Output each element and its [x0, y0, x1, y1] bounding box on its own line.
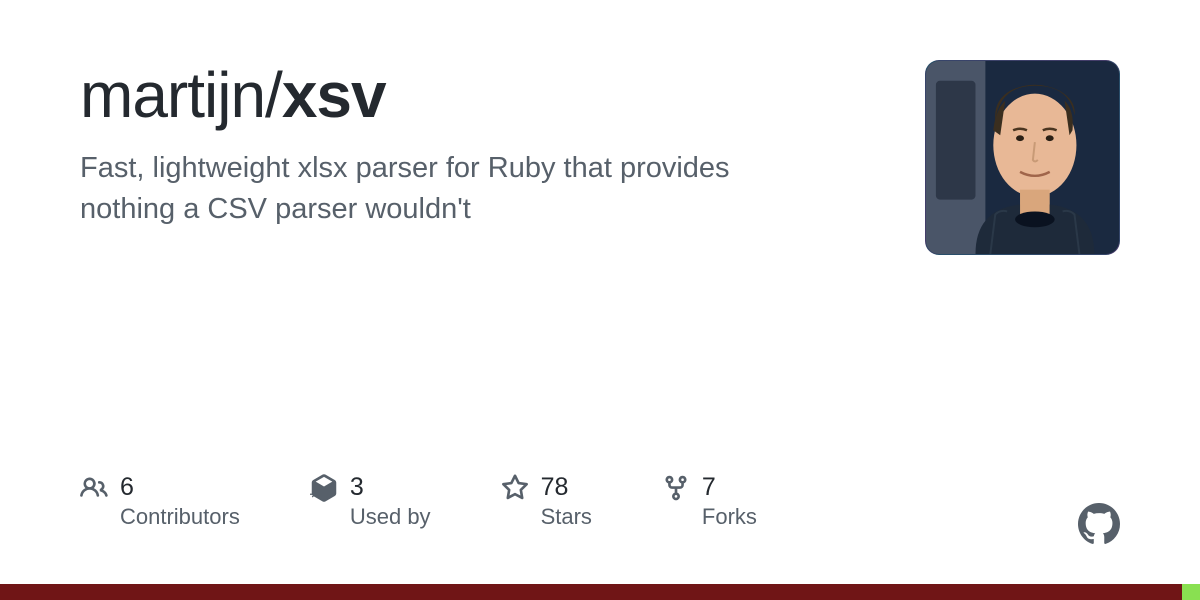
contributors-count: 6	[120, 472, 240, 502]
stat-contributors[interactable]: 6 Contributors	[80, 472, 240, 530]
repo-title[interactable]: martijn/xsv	[80, 60, 880, 130]
avatar[interactable]	[925, 60, 1120, 255]
stars-count: 78	[541, 472, 592, 502]
used-by-label: Used by	[350, 504, 431, 530]
slash-separator: /	[265, 59, 282, 131]
star-icon	[501, 474, 529, 502]
forks-label: Forks	[702, 504, 757, 530]
language-segment-ruby	[0, 584, 1182, 600]
language-bar	[0, 584, 1200, 600]
stat-used-by[interactable]: 3 Used by	[310, 472, 431, 530]
stars-label: Stars	[541, 504, 592, 530]
repo-description: Fast, lightweight xlsx parser for Ruby t…	[80, 148, 780, 229]
stats-row: 6 Contributors 3 Used by 78 Stars	[80, 472, 757, 530]
people-icon	[80, 474, 108, 502]
language-segment-shell	[1182, 584, 1200, 600]
stat-forks[interactable]: 7 Forks	[662, 472, 757, 530]
contributors-label: Contributors	[120, 504, 240, 530]
fork-icon	[662, 474, 690, 502]
package-dependents-icon	[310, 474, 338, 502]
repo-name: xsv	[282, 59, 386, 131]
github-logo-icon[interactable]	[1078, 503, 1120, 545]
repo-owner: martijn	[80, 59, 265, 131]
forks-count: 7	[702, 472, 757, 502]
used-by-count: 3	[350, 472, 431, 502]
stat-stars[interactable]: 78 Stars	[501, 472, 592, 530]
